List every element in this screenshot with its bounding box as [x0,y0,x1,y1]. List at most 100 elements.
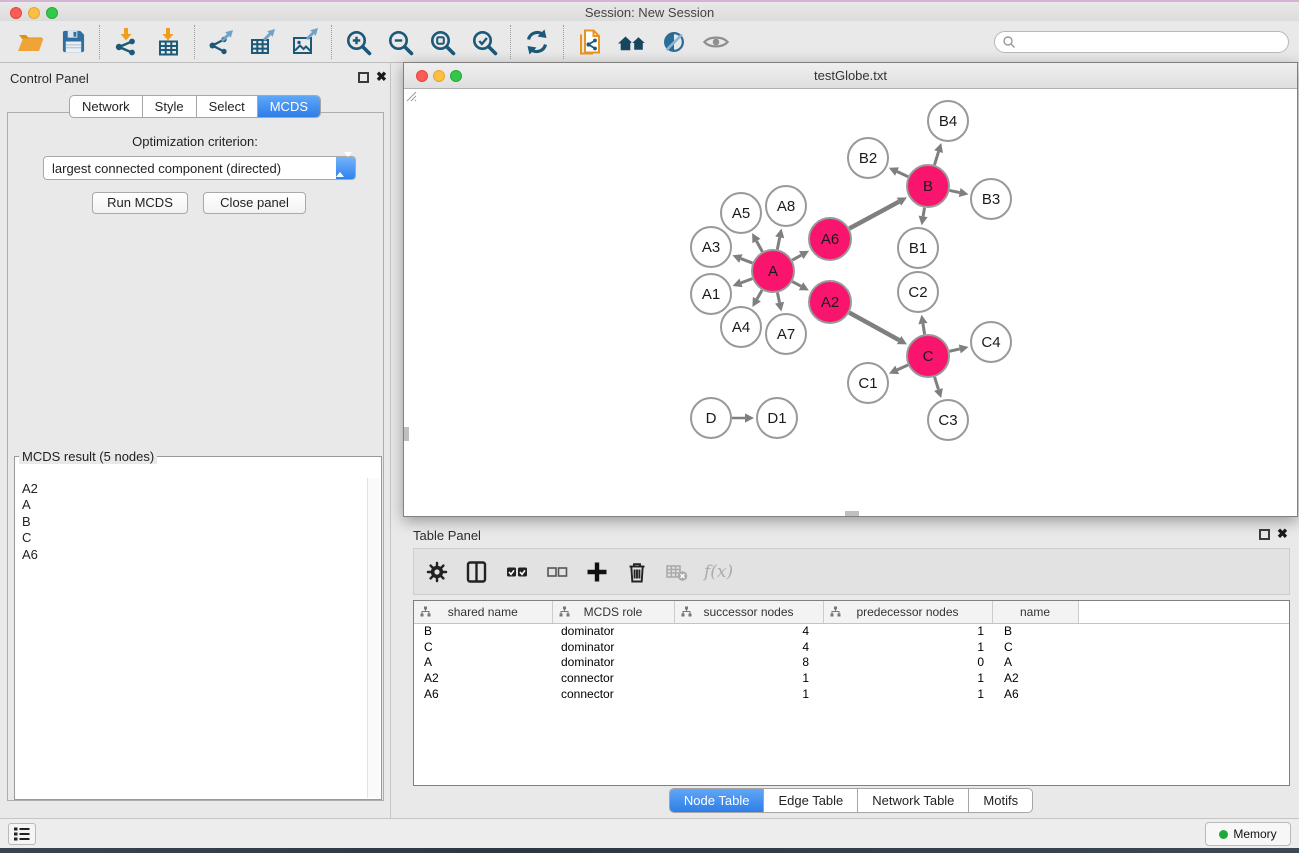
network-from-selection-button[interactable] [569,24,611,60]
table-row[interactable]: Cdominator41C [414,639,1289,655]
list-item[interactable]: C [22,530,367,546]
toggle-graphics-details-button[interactable] [653,24,695,60]
optimization-criterion-select[interactable]: largest connected component (directed) [43,156,356,180]
table-cell[interactable]: 0 [823,654,992,670]
graph-edge-C-C1[interactable] [897,365,908,370]
import-table-button[interactable] [147,24,189,60]
mcds-result-list[interactable]: A2 A B C A6 [16,478,367,798]
graph-edge-A6-B[interactable] [849,202,899,229]
graph-edge-B-B1[interactable] [923,208,924,217]
float-panel-icon[interactable] [358,72,369,83]
column-header-mcds-role[interactable]: MCDS role [552,601,674,623]
delete-table-button[interactable] [664,559,690,585]
zoom-selected-button[interactable] [463,24,505,60]
table-cell[interactable]: C [992,639,1078,655]
refresh-button[interactable] [516,24,558,60]
table-cell[interactable]: A6 [414,686,552,702]
tab-motifs[interactable]: Motifs [968,789,1032,812]
table-cell[interactable]: 1 [823,639,992,655]
table-cell[interactable]: C [414,639,552,655]
show-columns-button[interactable] [464,559,490,585]
graph-edge-B-B2[interactable] [897,172,908,177]
table-cell[interactable]: connector [552,670,674,686]
table-row[interactable]: Adominator80A [414,654,1289,670]
export-network-button[interactable] [200,24,242,60]
table-cell[interactable]: B [414,623,552,639]
select-stepper-icon[interactable] [336,157,355,179]
graph-edge-B-B4[interactable] [934,152,938,165]
list-scrollbar[interactable] [367,478,380,798]
run-mcds-button[interactable]: Run MCDS [92,192,188,214]
close-panel-icon[interactable]: ✖ [376,70,387,84]
table-cell[interactable]: dominator [552,654,674,670]
tab-network-table[interactable]: Network Table [857,789,968,812]
search-field[interactable] [994,31,1289,53]
zoom-out-button[interactable] [379,24,421,60]
network-canvas[interactable]: B4B2BB3A8A5A6A3B1AC2A1A2A4A7C4CC1C3DD1 [404,89,1297,516]
table-row[interactable]: A6connector11A6 [414,686,1289,702]
graph-edge-A-A8[interactable] [777,237,779,249]
horizontal-scrollbar[interactable] [845,511,859,516]
column-header-name[interactable]: name [992,601,1078,623]
network-window-titlebar[interactable]: testGlobe.txt [404,63,1297,89]
table-settings-button[interactable] [424,559,450,585]
graph-edge-A-A6[interactable] [792,255,801,260]
tab-network[interactable]: Network [70,96,142,117]
close-panel-button[interactable]: Close panel [203,192,306,214]
table-row[interactable]: Bdominator41B [414,623,1289,639]
table-row[interactable]: A2connector11A2 [414,670,1289,686]
table-cell[interactable]: A2 [414,670,552,686]
graph-edge-B-B3[interactable] [950,190,960,192]
open-session-button[interactable] [10,24,52,60]
graph-edge-A-A3[interactable] [741,259,753,264]
table-cell[interactable]: 1 [823,686,992,702]
list-item[interactable]: A6 [22,547,367,563]
tab-edge-table[interactable]: Edge Table [763,789,857,812]
select-all-button[interactable] [504,559,530,585]
import-network-button[interactable] [105,24,147,60]
export-table-button[interactable] [242,24,284,60]
table-cell[interactable]: 8 [674,654,823,670]
task-history-button[interactable] [8,823,36,845]
show-hide-button[interactable] [695,24,737,60]
float-panel-icon[interactable] [1259,529,1270,540]
graph-edge-C-C2[interactable] [923,324,925,335]
table-cell[interactable]: A [992,654,1078,670]
table-cell[interactable]: B [992,623,1078,639]
column-header-predecessor-nodes[interactable]: predecessor nodes [823,601,992,623]
graph-edge-A-A4[interactable] [757,290,762,299]
table-cell[interactable]: A2 [992,670,1078,686]
table-cell[interactable]: 1 [823,670,992,686]
list-item[interactable]: A [22,497,367,513]
vertical-scrollbar[interactable] [404,427,409,441]
graph-edge-C-C4[interactable] [949,349,959,351]
graph-edge-A-A1[interactable] [741,279,752,283]
table-cell[interactable]: A6 [992,686,1078,702]
memory-button[interactable]: Memory [1205,822,1291,846]
table-cell[interactable]: 1 [674,670,823,686]
list-item[interactable]: B [22,514,367,530]
tab-select[interactable]: Select [196,96,257,117]
graph-edge-A-A5[interactable] [756,241,762,252]
zoom-in-button[interactable] [337,24,379,60]
add-column-button[interactable] [584,559,610,585]
column-header-successor-nodes[interactable]: successor nodes [674,601,823,623]
deselect-all-button[interactable] [544,559,570,585]
graph-edge-A2-C[interactable] [849,313,899,340]
graph-edge-A-A7[interactable] [777,293,779,303]
delete-column-button[interactable] [624,559,650,585]
table-cell[interactable]: dominator [552,623,674,639]
close-panel-icon[interactable]: ✖ [1277,527,1288,541]
table-cell[interactable]: 4 [674,639,823,655]
column-header-shared-name[interactable]: shared name [414,601,552,623]
table-cell[interactable]: 1 [674,686,823,702]
tab-style[interactable]: Style [142,96,196,117]
graph-edge-A-A2[interactable] [792,282,801,287]
zoom-fit-button[interactable] [421,24,463,60]
table-cell[interactable]: connector [552,686,674,702]
export-image-button[interactable] [284,24,326,60]
save-session-button[interactable] [52,24,94,60]
table-cell[interactable]: 1 [823,623,992,639]
search-input[interactable] [1016,33,1288,51]
tab-node-table[interactable]: Node Table [670,789,764,812]
